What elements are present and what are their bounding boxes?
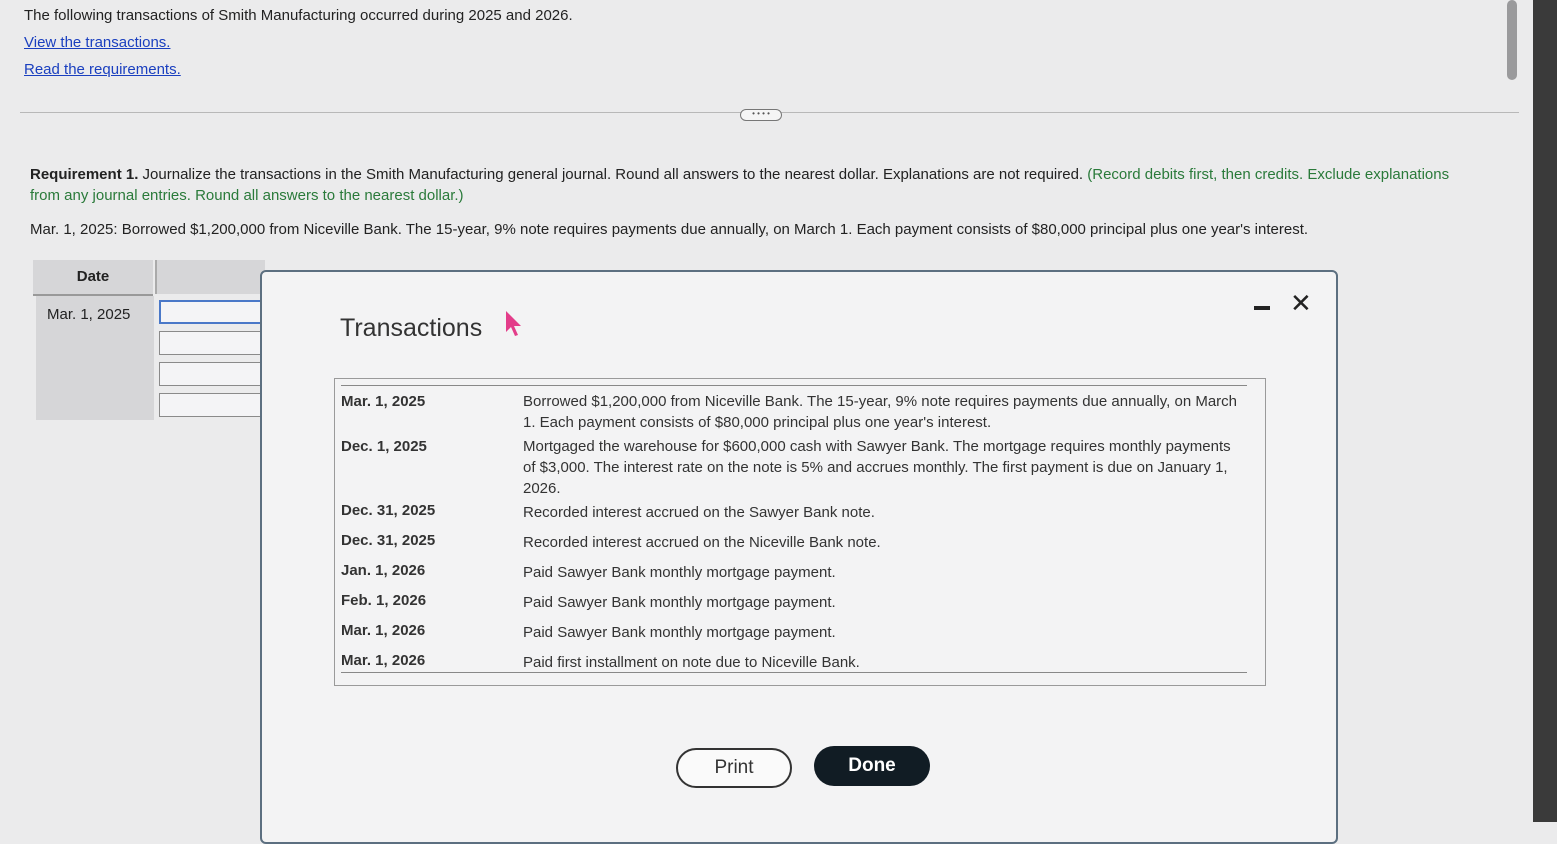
mouse-cursor-icon	[506, 311, 521, 336]
date-column-header: Date	[33, 260, 153, 296]
minimize-icon[interactable]	[1254, 296, 1270, 312]
account-column-header	[155, 260, 265, 294]
table-top-rule	[341, 385, 1247, 386]
row-description: Paid Sawyer Bank monthly mortgage paymen…	[523, 594, 836, 611]
intro-block: The following transactions of Smith Manu…	[24, 6, 573, 87]
print-button[interactable]: Print	[676, 748, 792, 788]
row-date: Mar. 1, 2026	[341, 652, 426, 669]
row-description: Paid first installment on note due to Ni…	[523, 654, 860, 671]
transactions-table: Mar. 1, 2025 Borrowed $1,200,000 from Ni…	[334, 378, 1266, 686]
row-description: Recorded interest accrued on the Sawyer …	[523, 504, 875, 521]
row-date: Dec. 31, 2025	[341, 502, 436, 519]
row-description: Paid Sawyer Bank monthly mortgage paymen…	[523, 564, 836, 581]
requirement-text: Requirement 1. Journalize the transactio…	[30, 164, 1470, 206]
transactions-dialog: Transactions ✕ Mar. 1, 2025 Borrowed $1,…	[260, 270, 1338, 844]
transaction-summary: Mar. 1, 2025: Borrowed $1,200,000 from N…	[30, 221, 1309, 238]
journal-grid: Date Mar. 1, 2025	[33, 260, 265, 420]
row-date: Feb. 1, 2026	[341, 592, 427, 609]
screen-edge	[1533, 0, 1557, 822]
close-icon[interactable]: ✕	[1290, 290, 1312, 316]
requirement-label: Requirement 1.	[30, 166, 139, 183]
dialog-title: Transactions	[340, 314, 483, 342]
scrollbar-thumb[interactable]	[1507, 0, 1517, 80]
row-date: Jan. 1, 2026	[341, 562, 426, 579]
row-date: Mar. 1, 2025	[341, 393, 426, 410]
row-description: Recorded interest accrued on the Nicevil…	[523, 534, 881, 551]
row-description: Mortgaged the warehouse for $600,000 cas…	[523, 438, 1231, 497]
row-description: Paid Sawyer Bank monthly mortgage paymen…	[523, 624, 836, 641]
done-button[interactable]: Done	[814, 746, 930, 786]
intro-text: The following transactions of Smith Manu…	[24, 7, 573, 24]
view-transactions-link[interactable]: View the transactions.	[24, 34, 170, 51]
account-input[interactable]	[159, 362, 263, 386]
row-date: Mar. 1, 2026	[341, 622, 426, 639]
row-date: Dec. 31, 2025	[341, 532, 436, 549]
journal-date-cell: Mar. 1, 2025	[47, 306, 131, 323]
requirement-body: Journalize the transactions in the Smith…	[138, 166, 1088, 183]
expand-toggle-button[interactable]: • • • •	[740, 109, 782, 121]
read-requirements-link[interactable]: Read the requirements.	[24, 61, 181, 78]
account-input[interactable]	[159, 331, 263, 355]
row-description: Borrowed $1,200,000 from Niceville Bank.…	[523, 393, 1238, 431]
table-bottom-rule	[341, 672, 1247, 673]
row-date: Dec. 1, 2025	[341, 438, 427, 455]
account-input[interactable]	[159, 393, 263, 417]
account-input[interactable]	[159, 300, 263, 324]
